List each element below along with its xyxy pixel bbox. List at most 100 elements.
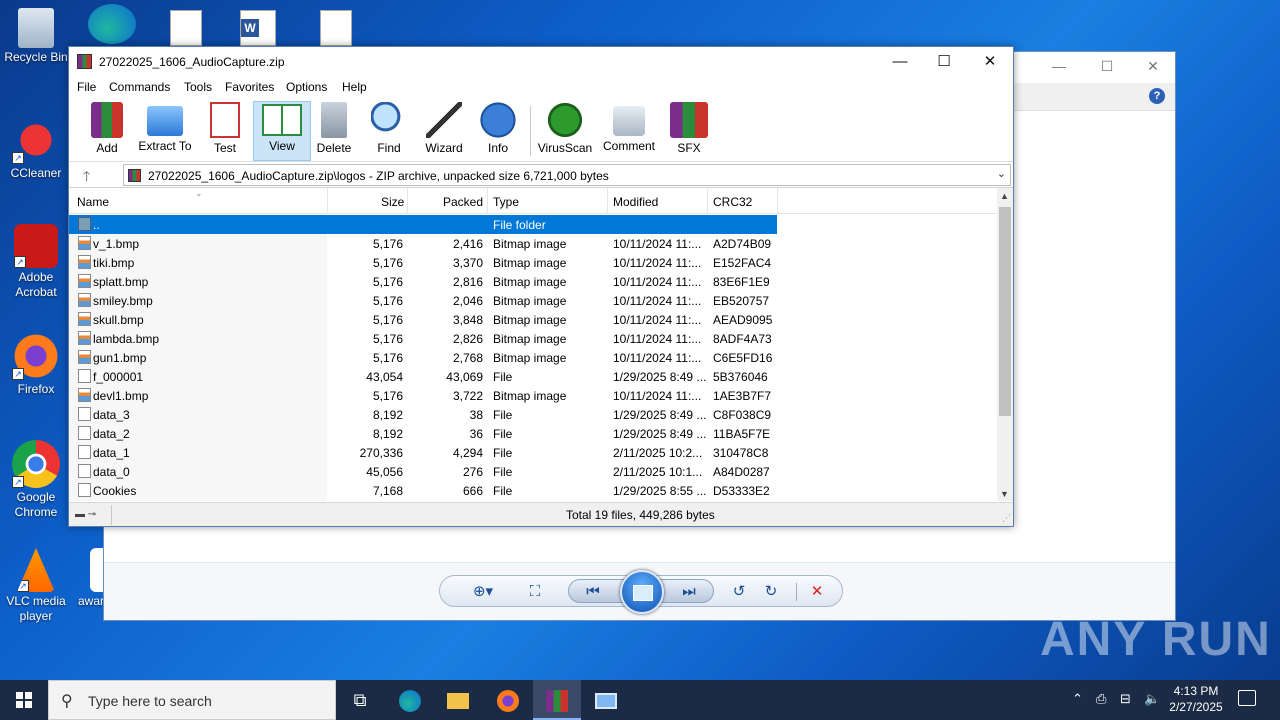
column-divider[interactable] bbox=[777, 188, 778, 214]
menu-favorites[interactable]: Favorites bbox=[225, 80, 274, 94]
next-icon[interactable]: ⏭ bbox=[678, 582, 700, 602]
menu-file[interactable]: File bbox=[77, 80, 96, 94]
file-row[interactable]: data_2 8,192 36 File 1/29/2025 8:49 ... 11BA5… bbox=[69, 424, 777, 443]
column-size[interactable]: Size bbox=[381, 195, 404, 209]
column-divider[interactable] bbox=[707, 188, 708, 214]
notification-icon[interactable] bbox=[1238, 690, 1256, 706]
column-name[interactable]: Name bbox=[77, 195, 109, 209]
column-divider[interactable] bbox=[327, 188, 328, 214]
file-row[interactable]: Cookies 7,168 666 File 1/29/2025 8:55 ... D53… bbox=[69, 481, 777, 500]
close-icon[interactable]: ✕ bbox=[1138, 58, 1168, 75]
minimize-button[interactable]: — bbox=[877, 49, 923, 75]
comment-button[interactable]: Comment bbox=[600, 102, 658, 153]
column-divider[interactable] bbox=[407, 188, 408, 214]
desktop-icon-recycle-bin[interactable]: Recycle Bin bbox=[0, 8, 72, 65]
parent-folder-row[interactable]: .. File folder bbox=[69, 215, 777, 234]
zoom-icon[interactable]: ⊕▾ bbox=[468, 582, 498, 602]
file-row[interactable]: lambda.bmp 5,176 2,826 Bitmap image 10/11/20… bbox=[69, 329, 777, 348]
winrar-window[interactable]: 27022025_1606_AudioCapture.zip — ☐ ✕ Fil… bbox=[68, 46, 1014, 527]
file-row[interactable]: f_000001 43,054 43,069 File 1/29/2025 8:49 .… bbox=[69, 367, 777, 386]
view-button[interactable]: View bbox=[253, 101, 311, 161]
column-divider[interactable] bbox=[487, 188, 488, 214]
desktop-icon-vlc[interactable]: ↗ VLC media player bbox=[0, 548, 72, 624]
file-icon bbox=[78, 464, 91, 478]
edge-taskbar-icon[interactable] bbox=[386, 680, 434, 720]
winrar-titlebar[interactable]: 27022025_1606_AudioCapture.zip — ☐ ✕ bbox=[69, 47, 1013, 76]
vertical-scrollbar[interactable]: ▲ ▼ bbox=[997, 188, 1013, 501]
file-row[interactable]: data_3 8,192 38 File 1/29/2025 8:49 ... C8F03… bbox=[69, 405, 777, 424]
wizard-button[interactable]: Wizard bbox=[415, 102, 473, 155]
trash-can-icon bbox=[321, 102, 347, 138]
path-field[interactable]: 27022025_1606_AudioCapture.zip\logos - Z… bbox=[123, 164, 1011, 186]
test-button[interactable]: Test bbox=[196, 102, 254, 155]
drive-icon[interactable]: ▬ ⊸ bbox=[75, 509, 96, 520]
delete-icon[interactable]: ✕ bbox=[806, 582, 828, 602]
menu-commands[interactable]: Commands bbox=[109, 80, 170, 94]
network-icon[interactable]: ⊟ bbox=[1120, 691, 1131, 707]
file-row[interactable]: data_1 270,336 4,294 File 2/11/2025 10:2... 3… bbox=[69, 443, 777, 462]
close-button[interactable]: ✕ bbox=[967, 49, 1013, 75]
file-row[interactable]: tiki.bmp 5,176 3,370 Bitmap image 10/11/2024… bbox=[69, 253, 777, 272]
rotate-right-icon[interactable]: ↻ bbox=[760, 582, 782, 602]
photo-viewer-taskbar-icon[interactable] bbox=[582, 680, 630, 720]
sfx-button[interactable]: SFX bbox=[660, 102, 718, 155]
firefox-taskbar-icon[interactable] bbox=[484, 680, 532, 720]
meet-now-icon[interactable]: ⎙ bbox=[1096, 691, 1106, 707]
desktop-icon-google-chrome[interactable]: ↗ Google Chrome bbox=[0, 440, 72, 520]
delete-button[interactable]: Delete bbox=[305, 102, 363, 155]
add-button[interactable]: Add bbox=[78, 102, 136, 155]
column-type[interactable]: Type bbox=[493, 195, 519, 209]
scrollbar-thumb[interactable] bbox=[999, 207, 1011, 416]
menu-help[interactable]: Help bbox=[342, 80, 367, 94]
clock[interactable]: 4:13 PM 2/27/2025 bbox=[1164, 683, 1228, 715]
slideshow-button[interactable] bbox=[620, 570, 664, 614]
image-file-desktop-icon[interactable] bbox=[170, 10, 202, 46]
resize-grip-icon[interactable]: ⋰ bbox=[1002, 513, 1011, 524]
edge-desktop-icon[interactable] bbox=[88, 4, 136, 44]
file-row[interactable]: gun1.bmp 5,176 2,768 Bitmap image 10/11/2024… bbox=[69, 348, 777, 367]
extract-to-button[interactable]: Extract To bbox=[136, 102, 194, 153]
column-divider[interactable] bbox=[607, 188, 608, 214]
start-button[interactable] bbox=[0, 680, 48, 720]
file-row[interactable]: smiley.bmp 5,176 2,046 Bitmap image 10/11/20… bbox=[69, 291, 777, 310]
file-row[interactable]: skull.bmp 5,176 3,848 Bitmap image 10/11/202… bbox=[69, 310, 777, 329]
cell-size: 8,192 bbox=[372, 427, 403, 441]
winrar-taskbar-icon[interactable] bbox=[533, 680, 581, 720]
file-explorer-taskbar-icon[interactable] bbox=[434, 680, 482, 720]
column-modified[interactable]: Modified bbox=[613, 195, 658, 209]
cell-name: skull.bmp bbox=[93, 313, 144, 327]
task-view-icon[interactable]: ⧉ bbox=[336, 680, 384, 720]
actual-size-icon[interactable]: ⛶ bbox=[524, 582, 546, 602]
column-crc32[interactable]: CRC32 bbox=[713, 195, 752, 209]
up-arrow-icon[interactable]: 🡑 bbox=[83, 166, 90, 190]
file-row[interactable]: devl1.bmp 5,176 3,722 Bitmap image 10/11/202… bbox=[69, 386, 777, 405]
maximize-icon[interactable]: ☐ bbox=[1092, 58, 1122, 75]
chevron-down-icon[interactable]: ⌄ bbox=[997, 167, 1006, 180]
maximize-button[interactable]: ☐ bbox=[921, 49, 967, 75]
info-button[interactable]: Info bbox=[469, 102, 527, 155]
chevron-up-icon[interactable]: ⌃ bbox=[1072, 691, 1083, 707]
previous-icon[interactable]: ⏮ bbox=[582, 582, 604, 602]
menu-tools[interactable]: Tools bbox=[184, 80, 212, 94]
desktop-icon-ccleaner[interactable]: ↗ CCleaner bbox=[0, 116, 72, 181]
cell-size: 5,176 bbox=[372, 389, 403, 403]
file-row[interactable]: splatt.bmp 5,176 2,816 Bitmap image 10/11/20… bbox=[69, 272, 777, 291]
cell-name: gun1.bmp bbox=[93, 351, 147, 365]
word-file-desktop-icon[interactable]: W bbox=[240, 10, 276, 46]
desktop-icon-adobe-acrobat[interactable]: ↗ Adobe Acrobat bbox=[0, 224, 72, 300]
find-button[interactable]: Find bbox=[360, 102, 418, 155]
column-packed[interactable]: Packed bbox=[443, 195, 483, 209]
rotate-left-icon[interactable]: ↺ bbox=[728, 582, 750, 602]
settings-file-desktop-icon[interactable] bbox=[320, 10, 352, 46]
minimize-icon[interactable]: — bbox=[1044, 58, 1074, 74]
file-row[interactable]: v_1.bmp 5,176 2,416 Bitmap image 10/11/2024 … bbox=[69, 234, 777, 253]
taskbar-search-box[interactable]: ⚲ Type here to search bbox=[48, 680, 336, 720]
file-row[interactable]: data_0 45,056 276 File 2/11/2025 10:1... A84D… bbox=[69, 462, 777, 481]
help-icon[interactable]: ? bbox=[1149, 88, 1165, 104]
scroll-up-icon[interactable]: ▲ bbox=[1000, 191, 1009, 201]
menu-options[interactable]: Options bbox=[286, 80, 327, 94]
desktop-icon-firefox[interactable]: ↗ Firefox bbox=[0, 332, 72, 397]
virusscan-button[interactable]: VirusScan bbox=[536, 102, 594, 155]
scroll-down-icon[interactable]: ▼ bbox=[1000, 489, 1009, 499]
volume-icon[interactable]: 🔈 bbox=[1144, 691, 1160, 707]
